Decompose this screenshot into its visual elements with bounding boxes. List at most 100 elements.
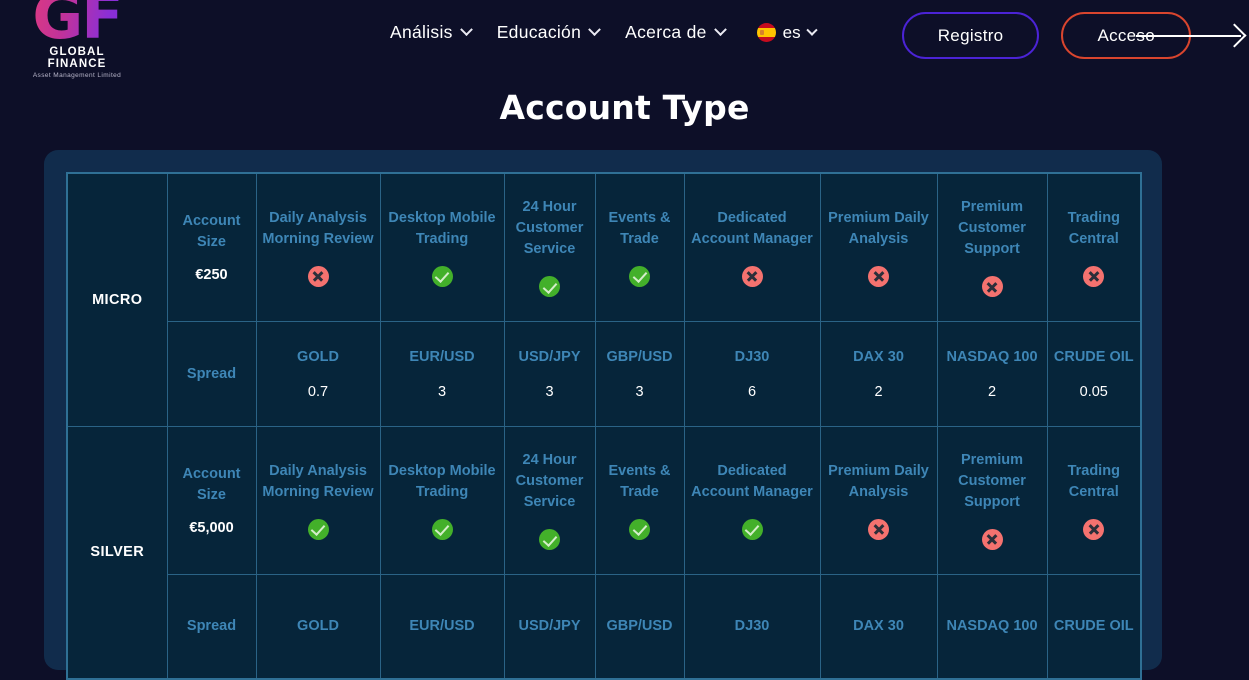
cell-label: DJ30 [734,349,770,365]
check-icon [741,518,763,540]
cell-label: NASDAQ 100 [946,617,1038,634]
cell-label: CRUDE OIL [1053,349,1134,365]
nav-item-analisis[interactable]: Análisis [390,22,473,43]
check-icon [629,265,650,287]
cell-content: Premium Daily Analysis [825,461,933,540]
spread-cell: USD/JPY 3 [503,320,596,427]
table-row: MICRO Account Size €250 Daily Analysis Morn… [66,172,1142,427]
cell-label: 24 Hour Customer Service [515,199,584,258]
feature-cell: Dedicated Account Manager [683,172,821,322]
cell-content: GBP/USD [600,616,680,637]
feature-cell-account-size: Account Size €5,000 [166,425,257,575]
feature-cell: Premium Daily Analysis [819,172,938,322]
cell-value: 6 [747,384,757,400]
cell-content: Account Size €250 [172,211,252,283]
nav-item-label: Análisis [390,22,453,42]
check-icon [539,529,560,550]
cell-value: 0.05 [1079,384,1108,400]
cross-icon [1083,265,1105,287]
cell-label: Dedicated Account Manager [691,462,813,500]
feature-cell: Trading Central [1046,425,1142,575]
cross-icon [307,265,329,287]
brand-logo[interactable]: GF GLOBAL FINANCE Asset Management Limit… [22,0,132,79]
spread-cell: GOLD [255,573,381,680]
feature-cell: 24 Hour Customer Service [503,425,596,575]
cell-label: Desktop Mobile Trading [388,209,496,247]
feature-cell: Premium Customer Support [936,425,1048,575]
cell-label: GOLD [297,349,339,365]
cell-label: GOLD [297,617,339,634]
cell-label: Daily Analysis Morning Review [262,209,374,247]
cell-label: EUR/USD [409,617,475,634]
cell-content: DAX 30 2 [825,347,933,400]
cell-content: Desktop Mobile Trading [385,461,500,540]
feature-cell: Events & Trade [594,425,685,575]
cell-label: GBP/USD [606,617,673,634]
auth-buttons: Registro Acceso [901,12,1191,59]
cell-content: NASDAQ 100 2 [942,347,1043,400]
cell-label: Account Size [182,466,241,503]
spread-cell: CRUDE OIL [1046,573,1142,680]
cell-content: Premium Customer Support [942,197,1043,298]
cell-content: 24 Hour Customer Service [509,450,591,550]
language-selector[interactable]: es [756,22,818,43]
table-body: MICRO Account Size €250 Daily Analysis Morn… [66,172,1142,680]
cross-icon [981,276,1003,298]
cell-content: USD/JPY [509,616,591,637]
cell-label: DAX 30 [853,617,904,634]
table-row: Spread GOLD EUR/USD USD/JPY GBP/USD DJ30 DAX 3… [67,573,1142,680]
login-button[interactable]: Acceso [1061,12,1191,59]
nav-item-educacion[interactable]: Educación [496,22,602,43]
cell-value: 3 [437,384,447,400]
spread-cell: EUR/USD 3 [379,320,505,427]
cell-label: Events & Trade [608,462,671,500]
cell-value: 3 [635,384,644,400]
cell-content: Premium Daily Analysis [825,208,933,287]
cell-content: 24 Hour Customer Service [509,197,591,298]
spread-cell: CRUDE OIL 0.05 [1046,320,1142,427]
tier-name-cell: MICRO [66,172,168,427]
language-code: es [782,22,801,42]
nav-item-label: Acerca de [625,22,707,42]
cell-content: NASDAQ 100 [942,616,1043,637]
register-button[interactable]: Registro [901,12,1040,59]
chevron-down-icon [459,23,473,37]
spread-cell: DAX 30 [819,573,938,680]
feature-cell-account-size: Account Size €250 [166,172,257,322]
logo-mark-icon: GF [22,0,132,52]
spread-cell: EUR/USD [379,573,505,680]
cell-label: Premium Daily Analysis [828,462,929,500]
cell-label: Premium Customer Support [958,199,1026,258]
table-row: SILVER Account Size €5,000 Daily Analysis M… [66,425,1142,680]
check-icon [431,265,453,287]
spread-cell: GBP/USD 3 [594,320,685,427]
spread-cell: DJ30 [683,573,821,680]
cell-content: Trading Central [1052,461,1137,540]
cell-label: Spread [186,618,237,635]
cell-value: €250 [195,267,228,284]
cell-content: DJ30 [689,616,816,637]
cell-value: €5,000 [189,520,234,536]
cross-icon [981,529,1003,550]
spread-label-cell: Spread [166,320,257,427]
spread-cell: NASDAQ 100 [936,573,1048,680]
cell-content: CRUDE OIL 0.05 [1052,347,1137,400]
cell-label: Daily Analysis Morning Review [262,462,374,500]
feature-cell: Events & Trade [594,172,685,322]
cell-content: CRUDE OIL [1052,616,1137,637]
cell-label: USD/JPY [518,349,581,365]
cell-label: EUR/USD [409,349,475,365]
nav-item-label: Educación [496,22,582,42]
cell-label: Trading Central [1067,462,1120,500]
cross-icon [1083,518,1105,540]
cell-label: Dedicated Account Manager [691,209,813,247]
cell-label: CRUDE OIL [1053,617,1134,634]
feature-cell: Dedicated Account Manager [683,425,821,575]
cell-label: Account Size [182,213,241,251]
cell-content: Trading Central [1052,208,1137,287]
chevron-down-icon [805,24,818,36]
cell-label: Trading Central [1067,209,1120,247]
feature-cell: Desktop Mobile Trading [379,172,505,322]
nav-item-acerca-de[interactable]: Acerca de [625,22,727,43]
cell-label: DJ30 [734,617,770,634]
